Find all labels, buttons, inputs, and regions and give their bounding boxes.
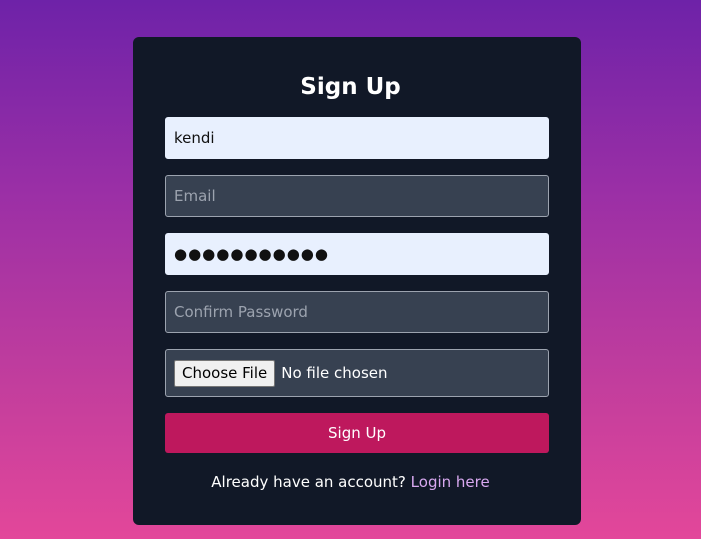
page-title: Sign Up [300,74,401,100]
email-input[interactable] [165,175,549,217]
login-link[interactable]: Login here [411,473,490,491]
password-input[interactable] [165,233,549,275]
choose-file-button[interactable]: Choose File [174,359,276,387]
login-prompt: Already have an account? Login here [0,472,701,492]
file-status-text: No file chosen [281,364,388,382]
file-upload-field[interactable]: Choose File No file chosen [165,349,549,397]
login-prompt-text: Already have an account? [211,473,406,491]
sign-up-button[interactable]: Sign Up [165,413,549,453]
confirm-password-input[interactable] [165,291,549,333]
username-input[interactable] [165,117,549,159]
